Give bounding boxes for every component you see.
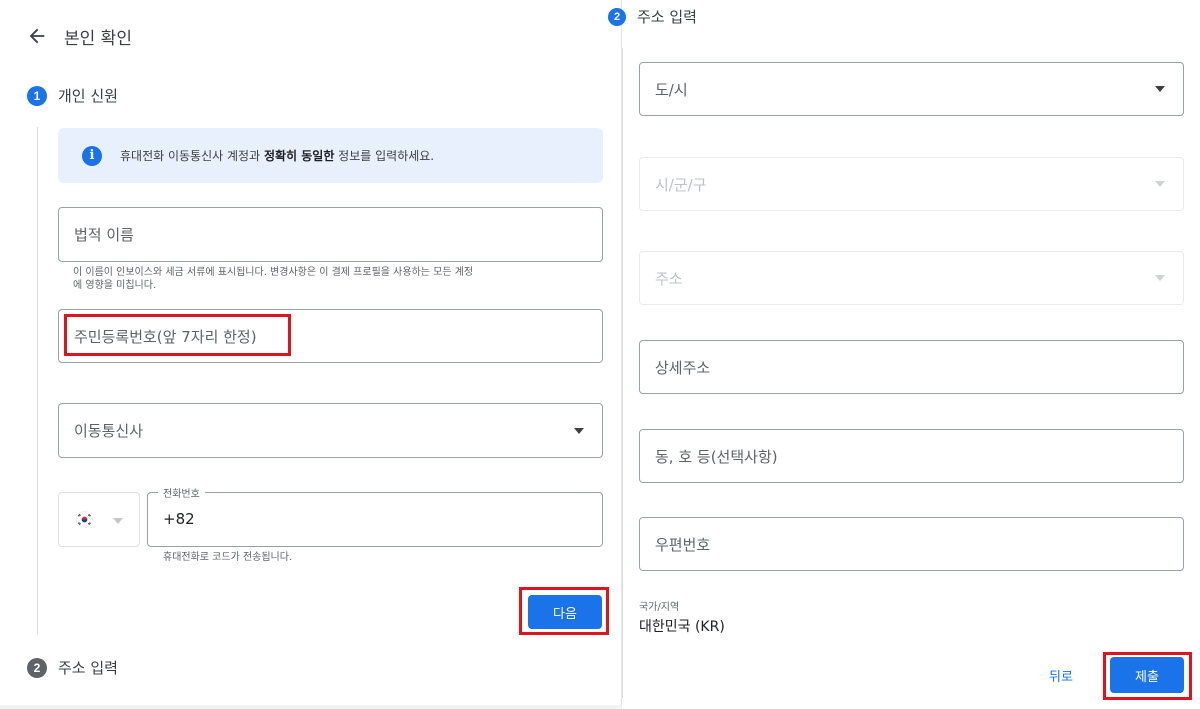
step-1-label: 개인 신원 — [58, 87, 118, 105]
address-entry-panel: 2 주소 입력 도/시 시/군/구 주소 상세주소 동, 호 등(선택사항) 우… — [608, 0, 1200, 709]
city-dropdown-arrow-icon — [1155, 86, 1165, 92]
info-notice: i 휴대전화 이동통신사 계정과 정확히 동일한 정보를 입력하세요. — [58, 128, 603, 183]
country-region-label: 국가/지역 — [639, 602, 680, 613]
panel-header: 본인 확인 — [26, 24, 132, 49]
carrier-select[interactable]: 이동통신사 — [58, 403, 603, 458]
step-2-label: 주소 입력 — [58, 659, 118, 677]
info-text: 휴대전화 이동통신사 계정과 정확히 동일한 정보를 입력하세요. — [120, 149, 435, 163]
address-step-indicator: 2 주소 입력 — [608, 6, 697, 27]
page-title: 본인 확인 — [64, 28, 132, 49]
legal-name-field[interactable]: 법적 이름 — [58, 207, 603, 262]
back-arrow-icon[interactable] — [26, 25, 48, 47]
carrier-dropdown-arrow-icon — [574, 427, 584, 434]
street-placeholder: 주소 — [655, 269, 683, 288]
district-placeholder: 시/군/구 — [655, 175, 707, 194]
unit-field[interactable]: 동, 호 등(선택사항) — [639, 429, 1184, 483]
step-2-number: 2 — [27, 657, 47, 678]
resident-number-placeholder: 주민등록번호(앞 7자리 한정) — [74, 327, 257, 346]
postal-code-field[interactable]: 우편번호 — [639, 517, 1184, 571]
step-connector-line — [37, 127, 38, 635]
district-select: 시/군/구 — [639, 157, 1184, 211]
korea-flag-icon — [76, 511, 93, 528]
back-button[interactable]: 뒤로 — [1049, 666, 1073, 685]
city-select[interactable]: 도/시 — [639, 62, 1184, 116]
street-select: 주소 — [639, 251, 1184, 305]
detail-address-placeholder: 상세주소 — [655, 358, 711, 377]
country-code-dropdown-arrow-icon — [113, 518, 123, 524]
street-dropdown-arrow-icon — [1155, 275, 1165, 281]
country-code-select[interactable] — [58, 492, 140, 547]
district-dropdown-arrow-icon — [1155, 181, 1165, 187]
step-2-indicator[interactable]: 2 주소 입력 — [27, 657, 118, 678]
legal-name-helper: 이 이름이 인보이스와 세금 서류에 표시됩니다. 변경사항은 이 결제 프로필… — [73, 267, 474, 291]
carrier-placeholder: 이동통신사 — [74, 422, 144, 440]
identity-verification-panel: 본인 확인 1 개인 신원 i 휴대전화 이동통신사 계정과 정확히 동일한 정… — [0, 0, 622, 705]
step-1-number: 1 — [27, 85, 47, 106]
resident-number-field[interactable]: 주민등록번호(앞 7자리 한정) — [58, 309, 603, 363]
phone-helper: 휴대전화로 코드가 전송됩니다. — [163, 552, 293, 563]
unit-placeholder: 동, 호 등(선택사항) — [655, 447, 778, 466]
address-step-connector-line — [622, 48, 623, 698]
phone-number-label: 전화번호 — [158, 485, 205, 500]
address-step-label: 주소 입력 — [637, 8, 697, 26]
postal-code-placeholder: 우편번호 — [655, 535, 711, 554]
step-1-indicator: 1 개인 신원 — [27, 85, 118, 106]
legal-name-placeholder: 법적 이름 — [74, 226, 134, 244]
city-placeholder: 도/시 — [655, 80, 688, 99]
next-button[interactable]: 다음 — [528, 595, 602, 629]
phone-number-value: +82 — [163, 510, 195, 528]
country-region-value: 대한민국 (KR) — [639, 619, 725, 635]
submit-button[interactable]: 제출 — [1110, 657, 1184, 693]
phone-number-field[interactable]: 전화번호 +82 — [147, 485, 603, 547]
info-icon: i — [82, 145, 102, 166]
detail-address-field[interactable]: 상세주소 — [639, 340, 1184, 394]
address-step-number: 2 — [608, 7, 626, 26]
